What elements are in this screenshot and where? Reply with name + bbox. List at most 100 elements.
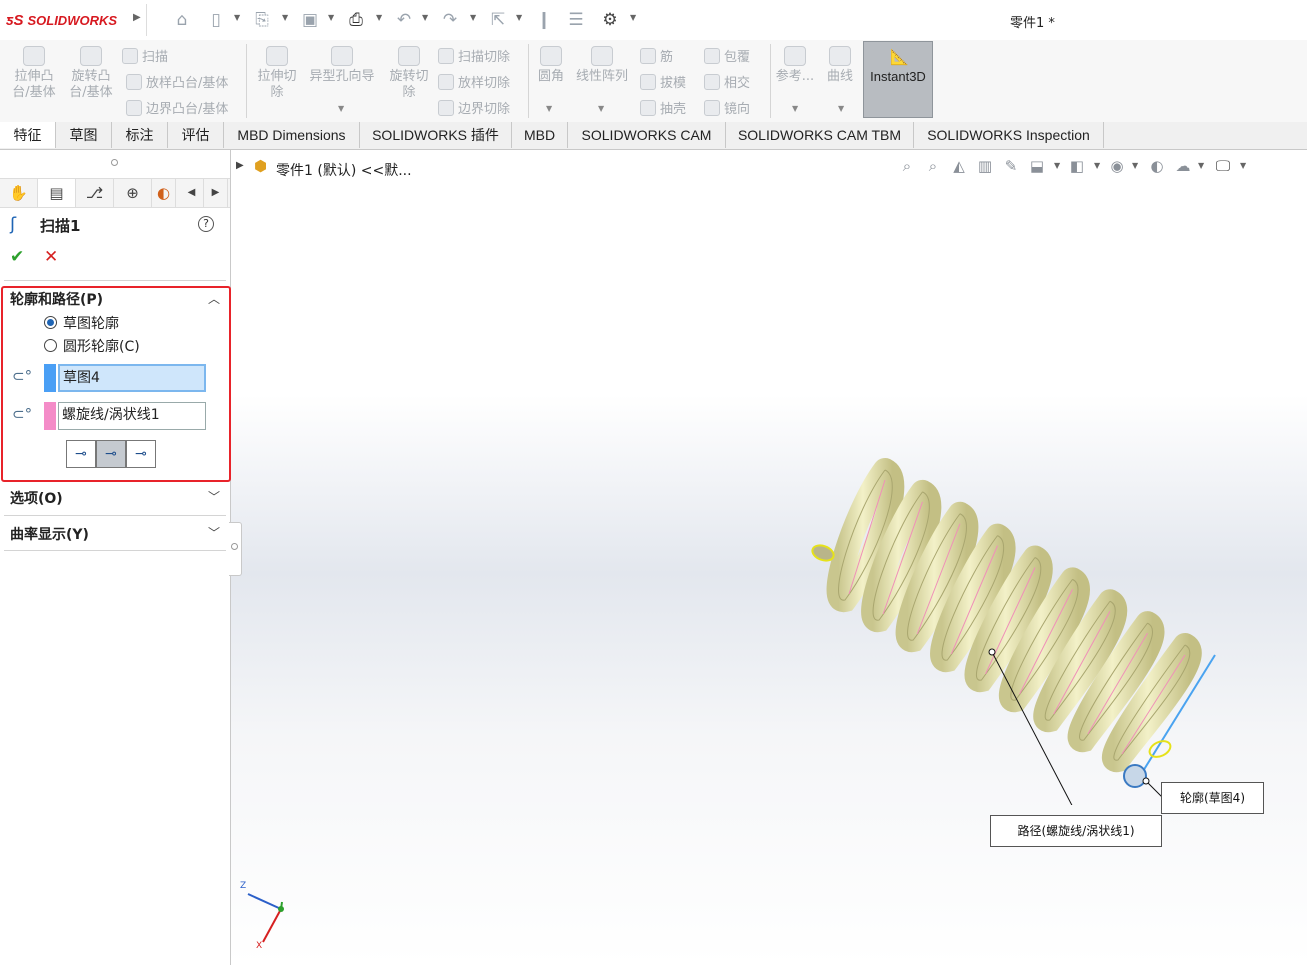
view-orientation-dropdown-icon[interactable]: ▼ xyxy=(1054,161,1060,170)
revolve-cut-button[interactable]: 旋转切 除 xyxy=(384,46,434,101)
curves-button[interactable]: 曲线 xyxy=(822,46,858,85)
print-icon[interactable]: ⎙ xyxy=(346,10,366,30)
linear-pattern-dropdown-icon[interactable]: ▼ xyxy=(598,104,604,113)
draft-button[interactable]: 拔模 xyxy=(640,72,686,91)
tabs-scroll-left[interactable]: ◀ xyxy=(180,179,204,207)
profile-callout[interactable]: 轮廓(草图4) xyxy=(1161,782,1264,814)
open-dropdown-icon[interactable]: ▼ xyxy=(282,13,288,22)
tab-solidworks-cam-tbm[interactable]: SOLIDWORKS CAM TBM xyxy=(726,122,914,148)
propertymanager-tab[interactable]: ▤ xyxy=(38,179,76,207)
select-icon[interactable]: ⇱ xyxy=(488,10,508,30)
zoom-to-fit-icon[interactable]: ⌕ xyxy=(898,157,916,175)
reference-geometry-button[interactable]: 参考... xyxy=(774,46,816,85)
chevron-down-icon[interactable]: ﹀ xyxy=(208,488,220,505)
options-dropdown-icon[interactable]: ▼ xyxy=(630,13,636,22)
ok-check-icon[interactable]: ✔ xyxy=(10,247,24,267)
tab-solidworks-cam[interactable]: SOLIDWORKS CAM xyxy=(568,122,726,148)
tab-features[interactable]: 特征 xyxy=(0,122,56,148)
tab-mbd[interactable]: MBD xyxy=(512,122,568,148)
circular-profile-label[interactable]: 圆形轮廓(C) xyxy=(63,336,140,356)
section-curvature-title[interactable]: 曲率显示(Y) xyxy=(10,524,89,544)
loft-cut-button[interactable]: 放样切除 xyxy=(438,72,510,91)
reference-dropdown-icon[interactable]: ▼ xyxy=(792,104,798,113)
linear-pattern-button[interactable]: 线性阵列 xyxy=(572,46,632,85)
tab-evaluate[interactable]: 评估 xyxy=(168,122,224,148)
redo-dropdown-icon[interactable]: ▼ xyxy=(470,13,476,22)
tab-solidworks-addins[interactable]: SOLIDWORKS 插件 xyxy=(360,122,512,148)
path-selection-box[interactable]: 螺旋线/涡状线1 xyxy=(58,402,206,430)
select-dropdown-icon[interactable]: ▼ xyxy=(516,13,522,22)
sketch-profile-radio[interactable] xyxy=(44,316,57,329)
boundary-boss-button[interactable]: 边界凸台/基体 xyxy=(126,98,228,117)
hide-show-items-icon[interactable]: ◉ xyxy=(1108,157,1126,175)
panel-grip-handle[interactable] xyxy=(111,159,118,166)
new-dropdown-icon[interactable]: ▼ xyxy=(234,13,240,22)
tab-solidworks-inspection[interactable]: SOLIDWORKS Inspection xyxy=(914,122,1104,148)
extrude-cut-button[interactable]: 拉伸切 除 xyxy=(252,46,302,101)
instant3d-button[interactable]: 📐 Instant3D xyxy=(863,41,933,118)
extrude-boss-button[interactable]: 拉伸凸 台/基体 xyxy=(8,46,60,101)
options-icon[interactable]: ⚙ xyxy=(600,10,620,30)
mirror-button[interactable]: 镜向 xyxy=(704,98,750,117)
dimxpert-tab[interactable]: ⊕ xyxy=(114,179,152,207)
sweep-button[interactable]: 扫描 xyxy=(122,46,168,65)
wrap-button[interactable]: 包覆 xyxy=(704,46,750,65)
redo-icon[interactable]: ↷ xyxy=(440,10,460,30)
chevron-up-icon[interactable]: ︿ xyxy=(208,290,220,307)
previous-view-icon[interactable]: ◭ xyxy=(950,157,968,175)
display-manager-tab[interactable]: ◐ xyxy=(152,179,176,207)
save-dropdown-icon[interactable]: ▼ xyxy=(328,13,334,22)
cancel-x-icon[interactable]: ✕ xyxy=(44,247,58,267)
tab-markup[interactable]: 标注 xyxy=(112,122,168,148)
twist-none-button[interactable]: ⊸ xyxy=(66,440,96,468)
apply-scene-dropdown-icon[interactable]: ▼ xyxy=(1198,161,1204,170)
revolve-boss-button[interactable]: 旋转凸 台/基体 xyxy=(64,46,118,101)
rib-button[interactable]: 筋 xyxy=(640,46,673,65)
display-style-icon[interactable]: ◧ xyxy=(1068,157,1086,175)
new-icon[interactable]: ▯ xyxy=(206,10,226,30)
hide-show-dropdown-icon[interactable]: ▼ xyxy=(1132,161,1138,170)
curves-dropdown-icon[interactable]: ▼ xyxy=(838,104,844,113)
zoom-to-area-icon[interactable]: ⌕ xyxy=(924,157,942,175)
chevron-down-icon[interactable]: ﹀ xyxy=(208,524,220,541)
intersect-button[interactable]: 相交 xyxy=(704,72,750,91)
circular-profile-radio[interactable] xyxy=(44,339,57,352)
print-dropdown-icon[interactable]: ▼ xyxy=(376,13,382,22)
sketch-profile-label[interactable]: 草图轮廓 xyxy=(63,313,119,333)
section-view-icon[interactable]: ▥ xyxy=(976,157,994,175)
menu-expand-icon[interactable]: ▶ xyxy=(133,12,141,23)
loft-boss-button[interactable]: 放样凸台/基体 xyxy=(126,72,228,91)
view-settings-icon[interactable]: 🖵 xyxy=(1214,157,1232,175)
home-icon[interactable]: ⌂ xyxy=(172,10,192,30)
undo-dropdown-icon[interactable]: ▼ xyxy=(422,13,428,22)
open-icon[interactable]: ⎘ xyxy=(252,10,272,30)
panel-collapse-grip[interactable] xyxy=(229,522,242,576)
flyout-tree-label[interactable]: 零件1 (默认) <<默... xyxy=(276,160,412,180)
rebuild-icon[interactable]: ❙ xyxy=(534,10,554,30)
twist-bidirectional-button[interactable]: ⊸ xyxy=(126,440,156,468)
shell-button[interactable]: 抽壳 xyxy=(640,98,686,117)
apply-scene-icon[interactable]: ☁ xyxy=(1174,157,1192,175)
featuremanager-tab[interactable]: ✋ xyxy=(0,179,38,207)
solidworks-logo[interactable]: ƽS SOLIDWORKS xyxy=(6,9,117,31)
file-properties-icon[interactable]: ☰ xyxy=(566,10,586,30)
fillet-button[interactable]: 圆角 xyxy=(534,46,568,85)
hole-wizard-dropdown-icon[interactable]: ▼ xyxy=(338,104,344,113)
boundary-cut-button[interactable]: 边界切除 xyxy=(438,98,510,117)
configurationmanager-tab[interactable]: ⎇ xyxy=(76,179,114,207)
view-settings-dropdown-icon[interactable]: ▼ xyxy=(1240,161,1246,170)
save-icon[interactable]: ▣ xyxy=(300,10,320,30)
twist-mid-button[interactable]: ⊸ xyxy=(96,440,126,468)
section-options-title[interactable]: 选项(O) xyxy=(10,488,63,508)
edit-appearance-icon[interactable]: ◐ xyxy=(1148,157,1166,175)
tab-mbd-dimensions[interactable]: MBD Dimensions xyxy=(224,122,360,148)
undo-icon[interactable]: ↶ xyxy=(394,10,414,30)
tabs-scroll-right[interactable]: ▶ xyxy=(204,179,228,207)
fillet-dropdown-icon[interactable]: ▼ xyxy=(546,104,552,113)
section-profile-path-title[interactable]: 轮廓和路径(P) xyxy=(10,289,103,309)
sweep-cut-button[interactable]: 扫描切除 xyxy=(438,46,510,65)
profile-selection-box[interactable]: 草图4 xyxy=(58,364,206,392)
path-callout[interactable]: 路径(螺旋线/涡状线1) xyxy=(990,815,1162,847)
hole-wizard-button[interactable]: 异型孔向导 xyxy=(304,46,380,85)
tree-expand-icon[interactable]: ▶ xyxy=(236,160,244,171)
